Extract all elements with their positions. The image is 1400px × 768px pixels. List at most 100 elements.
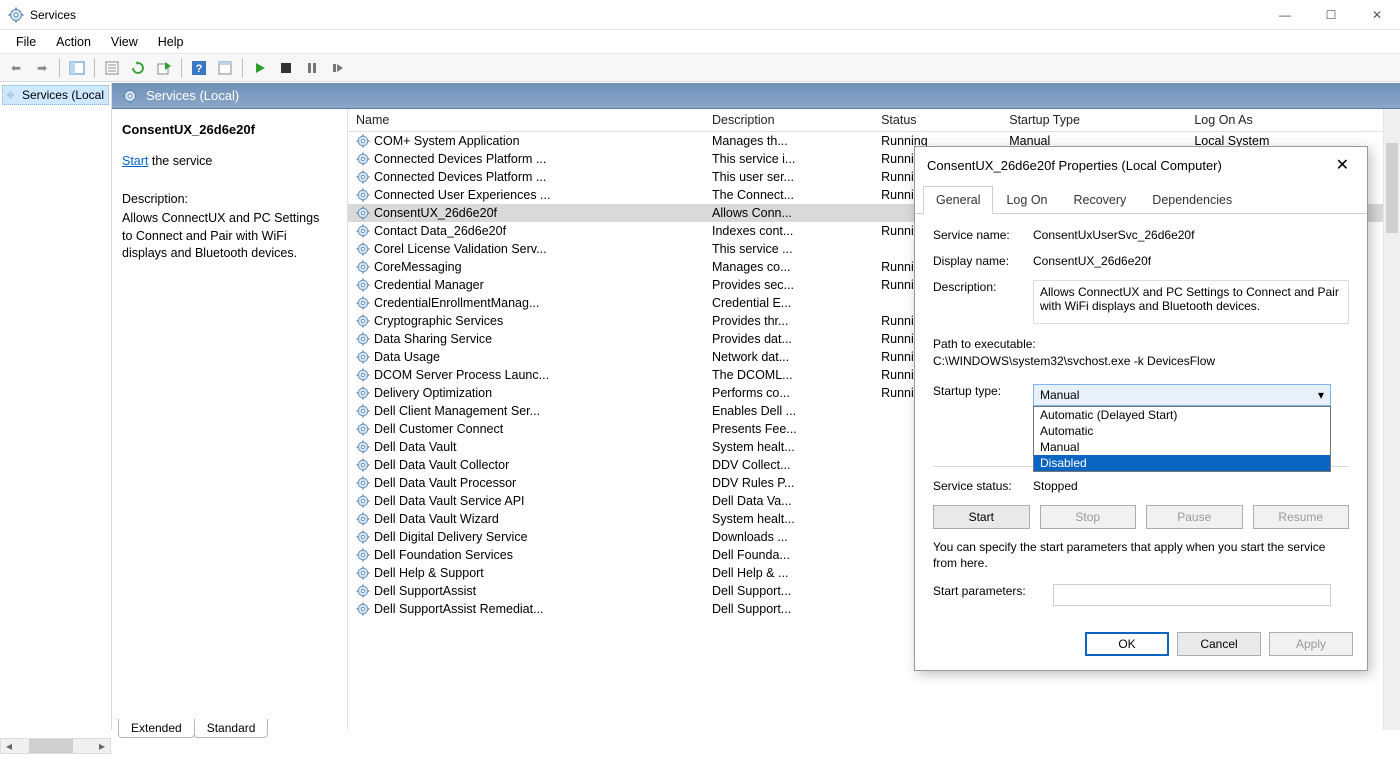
show-hide-tree-button[interactable] bbox=[65, 57, 89, 79]
menubar: File Action View Help bbox=[0, 30, 1400, 54]
cell-name: Data Usage bbox=[348, 348, 704, 366]
tree-item-services-local[interactable]: Services (Local bbox=[2, 85, 109, 105]
combo-option[interactable]: Automatic bbox=[1034, 423, 1330, 439]
combo-option[interactable]: Automatic (Delayed Start) bbox=[1034, 407, 1330, 423]
menu-help[interactable]: Help bbox=[148, 32, 194, 52]
dialog-tabs: General Log On Recovery Dependencies bbox=[915, 185, 1367, 214]
cell-name: COM+ System Application bbox=[348, 132, 704, 151]
cell-description: Allows Conn... bbox=[704, 204, 873, 222]
cell-name: Connected Devices Platform ... bbox=[348, 150, 704, 168]
cell-description: The DCOML... bbox=[704, 366, 873, 384]
start-service-button[interactable] bbox=[248, 57, 272, 79]
start-params-input[interactable] bbox=[1053, 584, 1331, 606]
scrollbar-thumb[interactable] bbox=[1386, 143, 1398, 233]
col-description[interactable]: Description bbox=[704, 109, 873, 132]
startup-type-combo[interactable]: Manual ▾ bbox=[1033, 384, 1331, 406]
tab-recovery[interactable]: Recovery bbox=[1061, 186, 1140, 214]
cell-description: This user ser... bbox=[704, 168, 873, 186]
separator bbox=[242, 58, 243, 78]
scroll-thumb[interactable] bbox=[29, 739, 73, 753]
description-label: Description: bbox=[122, 191, 333, 209]
vertical-scrollbar[interactable] bbox=[1383, 109, 1400, 730]
pause-button[interactable]: Pause bbox=[1146, 505, 1243, 529]
tab-logon[interactable]: Log On bbox=[993, 186, 1060, 214]
service-control-buttons: Start Stop Pause Resume bbox=[933, 505, 1349, 529]
startup-selected: Manual bbox=[1040, 388, 1079, 402]
cell-description: Dell Support... bbox=[704, 600, 873, 618]
cell-description: Manages th... bbox=[704, 132, 873, 151]
refresh-button[interactable] bbox=[126, 57, 150, 79]
dialog-content: Service name: ConsentUxUserSvc_26d6e20f … bbox=[915, 214, 1367, 622]
close-button[interactable]: ✕ bbox=[1354, 0, 1400, 30]
scroll-right-icon[interactable]: ▸ bbox=[94, 739, 110, 753]
combo-option[interactable]: Manual bbox=[1034, 439, 1330, 455]
cell-name: ConsentUX_26d6e20f bbox=[348, 204, 704, 222]
tab-dependencies[interactable]: Dependencies bbox=[1139, 186, 1245, 214]
detail-pane: ConsentUX_26d6e20f Start the service Des… bbox=[112, 109, 348, 730]
cancel-button[interactable]: Cancel bbox=[1177, 632, 1261, 656]
svg-text:?: ? bbox=[196, 63, 203, 75]
cell-description: Dell Founda... bbox=[704, 546, 873, 564]
stop-button[interactable]: Stop bbox=[1040, 505, 1137, 529]
gear-icon bbox=[356, 566, 370, 580]
cell-name: Credential Manager bbox=[348, 276, 704, 294]
cell-description: Dell Support... bbox=[704, 582, 873, 600]
cell-description: Credential E... bbox=[704, 294, 873, 312]
col-startup[interactable]: Startup Type bbox=[1001, 109, 1186, 132]
start-suffix: the service bbox=[148, 154, 212, 168]
properties-button[interactable] bbox=[100, 57, 124, 79]
cell-name: Connected User Experiences ... bbox=[348, 186, 704, 204]
cell-description: DDV Rules P... bbox=[704, 474, 873, 492]
maximize-button[interactable]: ☐ bbox=[1308, 0, 1354, 30]
cell-name: Dell Data Vault Processor bbox=[348, 474, 704, 492]
description-text: Allows ConnectUX and PC Settings to Conn… bbox=[122, 210, 333, 263]
gear-icon bbox=[356, 314, 370, 328]
cell-name: Dell Digital Delivery Service bbox=[348, 528, 704, 546]
menu-file[interactable]: File bbox=[6, 32, 46, 52]
properties-dialog: ConsentUX_26d6e20f Properties (Local Com… bbox=[914, 146, 1368, 671]
forward-button[interactable]: ➡ bbox=[30, 57, 54, 79]
menu-view[interactable]: View bbox=[101, 32, 148, 52]
tab-extended[interactable]: Extended bbox=[118, 719, 195, 738]
col-status[interactable]: Status bbox=[873, 109, 1001, 132]
resume-button[interactable]: Resume bbox=[1253, 505, 1350, 529]
pause-service-button[interactable] bbox=[300, 57, 324, 79]
gear-icon bbox=[7, 88, 14, 102]
col-logon[interactable]: Log On As bbox=[1186, 109, 1400, 132]
separator bbox=[59, 58, 60, 78]
tab-standard[interactable]: Standard bbox=[194, 719, 269, 738]
gear-icon bbox=[356, 188, 370, 202]
help-button[interactable]: ? bbox=[187, 57, 211, 79]
tab-general[interactable]: General bbox=[923, 186, 993, 214]
cell-description: Dell Help & ... bbox=[704, 564, 873, 582]
start-button[interactable]: Start bbox=[933, 505, 1030, 529]
gear-icon bbox=[356, 440, 370, 454]
export-button[interactable] bbox=[152, 57, 176, 79]
stop-service-button[interactable] bbox=[274, 57, 298, 79]
minimize-button[interactable]: — bbox=[1262, 0, 1308, 30]
cell-description: The Connect... bbox=[704, 186, 873, 204]
cell-name: Connected Devices Platform ... bbox=[348, 168, 704, 186]
start-link[interactable]: Start bbox=[122, 154, 148, 168]
cell-name: Dell Data Vault Wizard bbox=[348, 510, 704, 528]
startup-type-dropdown[interactable]: Automatic (Delayed Start)AutomaticManual… bbox=[1033, 406, 1331, 472]
value-description[interactable]: Allows ConnectUX and PC Settings to Conn… bbox=[1033, 280, 1349, 324]
value-service-name: ConsentUxUserSvc_26d6e20f bbox=[1033, 228, 1349, 242]
dialog-close-button[interactable]: ✕ bbox=[1330, 155, 1355, 175]
cell-description: This service i... bbox=[704, 150, 873, 168]
back-button[interactable]: ⬅ bbox=[4, 57, 28, 79]
value-display-name: ConsentUX_26d6e20f bbox=[1033, 254, 1349, 268]
cell-name: Dell SupportAssist Remediat... bbox=[348, 600, 704, 618]
col-name[interactable]: Name bbox=[348, 109, 704, 132]
columns-button[interactable] bbox=[213, 57, 237, 79]
label-description: Description: bbox=[933, 280, 1033, 294]
ok-button[interactable]: OK bbox=[1085, 632, 1169, 656]
value-path: C:\WINDOWS\system32\svchost.exe -k Devic… bbox=[933, 353, 1349, 370]
menu-action[interactable]: Action bbox=[46, 32, 101, 52]
scroll-left-icon[interactable]: ◂ bbox=[1, 739, 17, 753]
tree-horizontal-scrollbar[interactable]: ◂ ▸ bbox=[0, 738, 111, 754]
apply-button[interactable]: Apply bbox=[1269, 632, 1353, 656]
combo-option[interactable]: Disabled bbox=[1034, 455, 1330, 471]
restart-service-button[interactable] bbox=[326, 57, 350, 79]
gear-icon bbox=[356, 476, 370, 490]
